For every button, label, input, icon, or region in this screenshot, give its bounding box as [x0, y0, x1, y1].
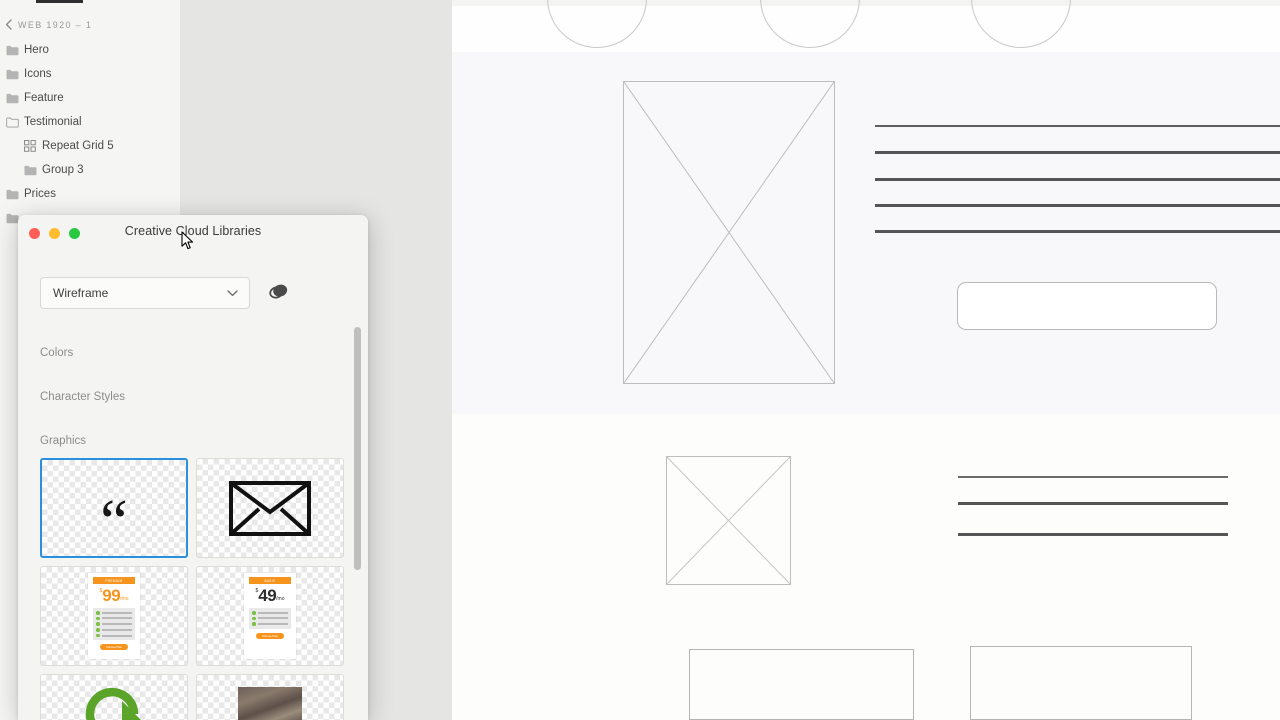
graphic-thumb-quote-mark[interactable]: “ [40, 458, 188, 558]
artboard-breadcrumb-label: WEB 1920 – 1 [18, 19, 93, 30]
panel-title: Creative Cloud Libraries [124, 224, 262, 238]
price-card-tier: PREMIUM [93, 577, 135, 584]
section-header-graphics[interactable]: Graphics [40, 435, 86, 447]
green-refresh-arrow-icon [41, 675, 187, 720]
chevron-down-icon[interactable] [227, 289, 238, 297]
panel-scrollbar-thumb[interactable] [354, 327, 361, 570]
testimonial-image-placeholder[interactable] [666, 456, 791, 585]
feature-section[interactable] [452, 52, 1280, 414]
icon-circle-1 [547, 0, 647, 48]
panel-titlebar[interactable]: Creative Cloud Libraries [18, 215, 368, 251]
price-card-feature [252, 616, 288, 621]
price-card-feature [96, 622, 132, 626]
layer-row-icons[interactable]: Icons [0, 62, 180, 86]
library-select[interactable]: Wireframe [40, 277, 250, 309]
breadcrumb[interactable]: WEB 1920 – 1 [0, 16, 180, 33]
panel-scrollbar[interactable] [353, 325, 362, 720]
graphic-thumb-green-refresh-arrow[interactable] [40, 674, 188, 720]
envelope-icon [197, 459, 343, 557]
layer-row-repeat-grid-5[interactable]: Repeat Grid 5 [0, 134, 180, 158]
feature-text-line-4 [875, 204, 1280, 207]
feature-text-line-1 [875, 125, 1280, 127]
price-card-feature [96, 628, 132, 632]
testimonial-card-2[interactable] [970, 646, 1192, 720]
price-card-feature [96, 633, 132, 638]
app-window: WEB 1920 – 1 Hero Icons Feature Testimon… [0, 0, 1280, 720]
layer-row-group-3[interactable]: Group 3 [0, 158, 180, 182]
folder-icon [0, 45, 24, 56]
layer-label: Prices [24, 188, 56, 200]
price-card-feature [96, 616, 132, 621]
price-card-price: $ 49 /mo [255, 586, 285, 605]
price-card-cta: Choose Plan [100, 644, 128, 651]
folder-icon [0, 93, 24, 104]
layer-label: Group 3 [42, 164, 84, 176]
creative-cloud-libraries-panel[interactable]: Creative Cloud Libraries Wireframe Color… [18, 215, 368, 720]
creative-cloud-libraries-icon[interactable] [267, 281, 289, 303]
price-card-feature [252, 611, 288, 615]
layer-label: Icons [24, 68, 52, 80]
folder-icon [0, 189, 24, 200]
repeat-grid-icon [18, 140, 42, 152]
folder-icon [0, 69, 24, 80]
active-tab-indicator [36, 0, 83, 3]
price-card-feature [96, 611, 132, 615]
layer-label: Feature [24, 92, 64, 104]
feature-text-line-2 [875, 151, 1280, 154]
graphic-thumb-basic-price-card[interactable]: BASIC $ 49 /mo Choose Plan [196, 566, 344, 666]
price-card-features [93, 608, 135, 641]
quote-mark-icon: “ [100, 487, 128, 556]
feature-cta-button[interactable] [957, 282, 1217, 330]
price-card-features [249, 608, 291, 629]
folder-open-icon [0, 117, 24, 128]
building-photo-image [197, 675, 343, 720]
testimonial-section[interactable] [452, 414, 1280, 720]
graphic-thumb-envelope[interactable] [196, 458, 344, 558]
basic-price-card-preview: BASIC $ 49 /mo Choose Plan [197, 567, 343, 665]
testimonial-text-line-2 [958, 502, 1228, 505]
icons-section[interactable] [452, 0, 1280, 52]
layer-row-hero[interactable]: Hero [0, 38, 180, 62]
layer-label: Testimonial [24, 116, 82, 128]
price-card-cta: Choose Plan [256, 632, 284, 639]
artboard-web-1920-1[interactable] [452, 0, 1280, 720]
feature-image-placeholder[interactable] [623, 81, 835, 384]
graphic-thumb-premium-price-card[interactable]: PREMIUM $ 99 /mo Choose Plan [40, 566, 188, 666]
price-card-tier: BASIC [249, 577, 291, 584]
feature-text-line-3 [875, 178, 1280, 181]
section-header-character-styles[interactable]: Character Styles [40, 391, 125, 403]
layer-label: Repeat Grid 5 [42, 140, 114, 152]
chevron-left-icon[interactable] [0, 19, 18, 30]
icon-circle-3 [971, 0, 1071, 48]
layer-row-prices[interactable]: Prices [0, 182, 180, 206]
icon-circle-2 [760, 0, 860, 48]
folder-icon [18, 165, 42, 176]
library-select-value: Wireframe [53, 286, 109, 300]
premium-price-card-preview: PREMIUM $ 99 /mo Choose Plan [41, 567, 187, 665]
testimonial-text-line-1 [958, 476, 1228, 478]
layer-row-feature[interactable]: Feature [0, 86, 180, 110]
price-card: BASIC $ 49 /mo Choose Plan [244, 573, 296, 659]
price-card-price: $ 99 /mo [99, 586, 129, 605]
section-header-colors[interactable]: Colors [40, 347, 73, 359]
graphic-thumb-building-photo[interactable] [196, 674, 344, 720]
layer-label: Hero [24, 44, 49, 56]
feature-text-line-5 [875, 230, 1280, 233]
price-card: PREMIUM $ 99 /mo Choose Plan [88, 573, 140, 659]
layer-row-testimonial[interactable]: Testimonial [0, 110, 180, 134]
testimonial-card-1[interactable] [689, 649, 914, 720]
price-card-feature [252, 622, 288, 626]
testimonial-text-line-3 [958, 533, 1228, 536]
